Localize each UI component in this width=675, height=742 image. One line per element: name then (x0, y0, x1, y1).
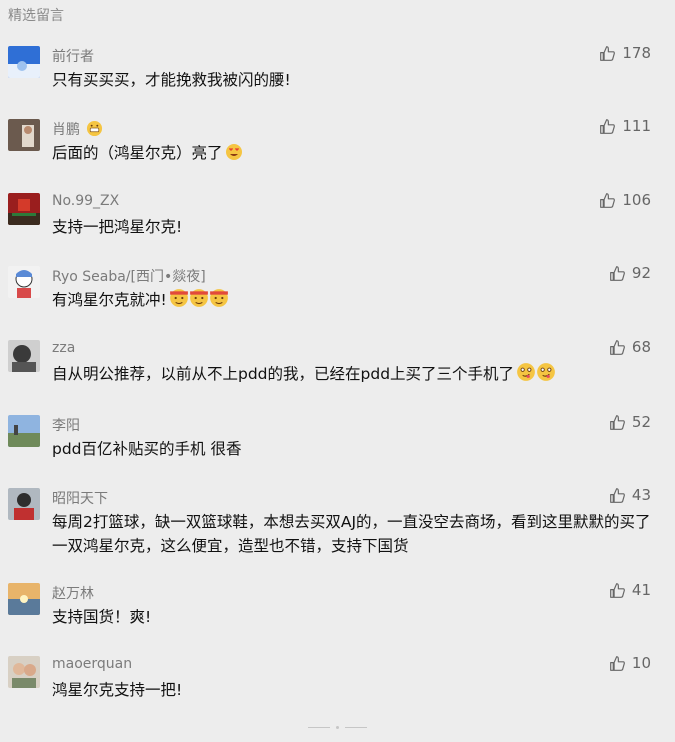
grin-emoji-icon (86, 120, 104, 138)
thumbs-up-icon (600, 192, 616, 208)
like-button[interactable]: 52 (609, 413, 651, 431)
heart-eyes-emoji-icon (225, 143, 243, 161)
like-count: 10 (631, 654, 651, 672)
comment-text: 只有买买买，才能挽救我被闪的腰! (52, 71, 291, 89)
comment-nickname: 李阳 (52, 418, 80, 434)
thumbs-up-icon (610, 414, 625, 430)
like-count: 92 (631, 264, 651, 282)
comment-nickname: No.99_ZX (52, 193, 120, 209)
like-button[interactable]: 178 (599, 44, 651, 62)
salute-emoji-icon (209, 288, 228, 307)
comment-text: 后面的（鸿星尔克）亮了 (52, 141, 655, 165)
like-count: 106 (622, 191, 651, 209)
comment-nickname: 昭阳天下 (52, 491, 108, 507)
thumbs-up-icon (610, 487, 625, 503)
thumbs-up-icon (600, 45, 616, 61)
like-count: 43 (631, 486, 651, 504)
like-count: 41 (631, 581, 651, 599)
comment-text: 支持国货！爽! (52, 608, 152, 626)
section-title: 精选留言 (8, 8, 64, 24)
like-button[interactable]: 43 (609, 486, 651, 504)
comment-nickname: 肖鹏 (52, 119, 104, 139)
comment-text: 有鸿星尔克就冲! (52, 288, 655, 312)
list-end-divider (0, 717, 675, 736)
avatar[interactable] (8, 193, 40, 225)
avatar[interactable] (8, 488, 40, 520)
tongue-wink-emoji-icon (516, 362, 535, 381)
comment-text: 支持一把鸿星尔克! (52, 218, 183, 236)
avatar[interactable] (8, 656, 40, 688)
like-button[interactable]: 106 (599, 191, 651, 209)
comment-text: pdd百亿补贴买的手机 很香 (52, 440, 242, 458)
like-button[interactable]: 92 (609, 264, 651, 282)
comment-text: 每周2打篮球，缺一双篮球鞋，本想去买双AJ的，一直没空去商场，看到这里默默的买了… (52, 513, 651, 555)
avatar[interactable] (8, 119, 40, 151)
avatar[interactable] (8, 46, 40, 78)
comment-text: 鸿星尔克支持一把! (52, 681, 183, 699)
thumbs-up-icon (600, 118, 616, 134)
comment-nickname: 赵万林 (52, 586, 94, 602)
like-count: 52 (631, 413, 651, 431)
tongue-wink-emoji-icon (536, 362, 555, 381)
like-count: 111 (622, 117, 651, 135)
comment-nickname: zza (52, 340, 76, 356)
like-button[interactable]: 68 (609, 338, 651, 356)
avatar[interactable] (8, 340, 40, 372)
salute-emoji-icon (169, 288, 188, 307)
comment-text: 自从明公推荐，以前从不上pdd的我，已经在pdd上买了三个手机了 (52, 362, 655, 386)
comment-nickname: 前行者 (52, 49, 94, 65)
salute-emoji-icon (189, 288, 208, 307)
thumbs-up-icon (610, 339, 625, 355)
avatar[interactable] (8, 266, 40, 298)
comment-nickname: Ryo Seaba/[西门•燚夜] (52, 269, 206, 285)
thumbs-up-icon (610, 582, 625, 598)
comment-nickname: maoerquan (52, 656, 133, 672)
thumbs-up-icon (610, 655, 625, 671)
like-button[interactable]: 111 (599, 117, 651, 135)
like-button[interactable]: 41 (609, 581, 651, 599)
like-count: 68 (631, 338, 651, 356)
like-button[interactable]: 10 (609, 654, 651, 672)
avatar[interactable] (8, 583, 40, 615)
like-count: 178 (622, 44, 651, 62)
avatar[interactable] (8, 415, 40, 447)
thumbs-up-icon (610, 265, 625, 281)
